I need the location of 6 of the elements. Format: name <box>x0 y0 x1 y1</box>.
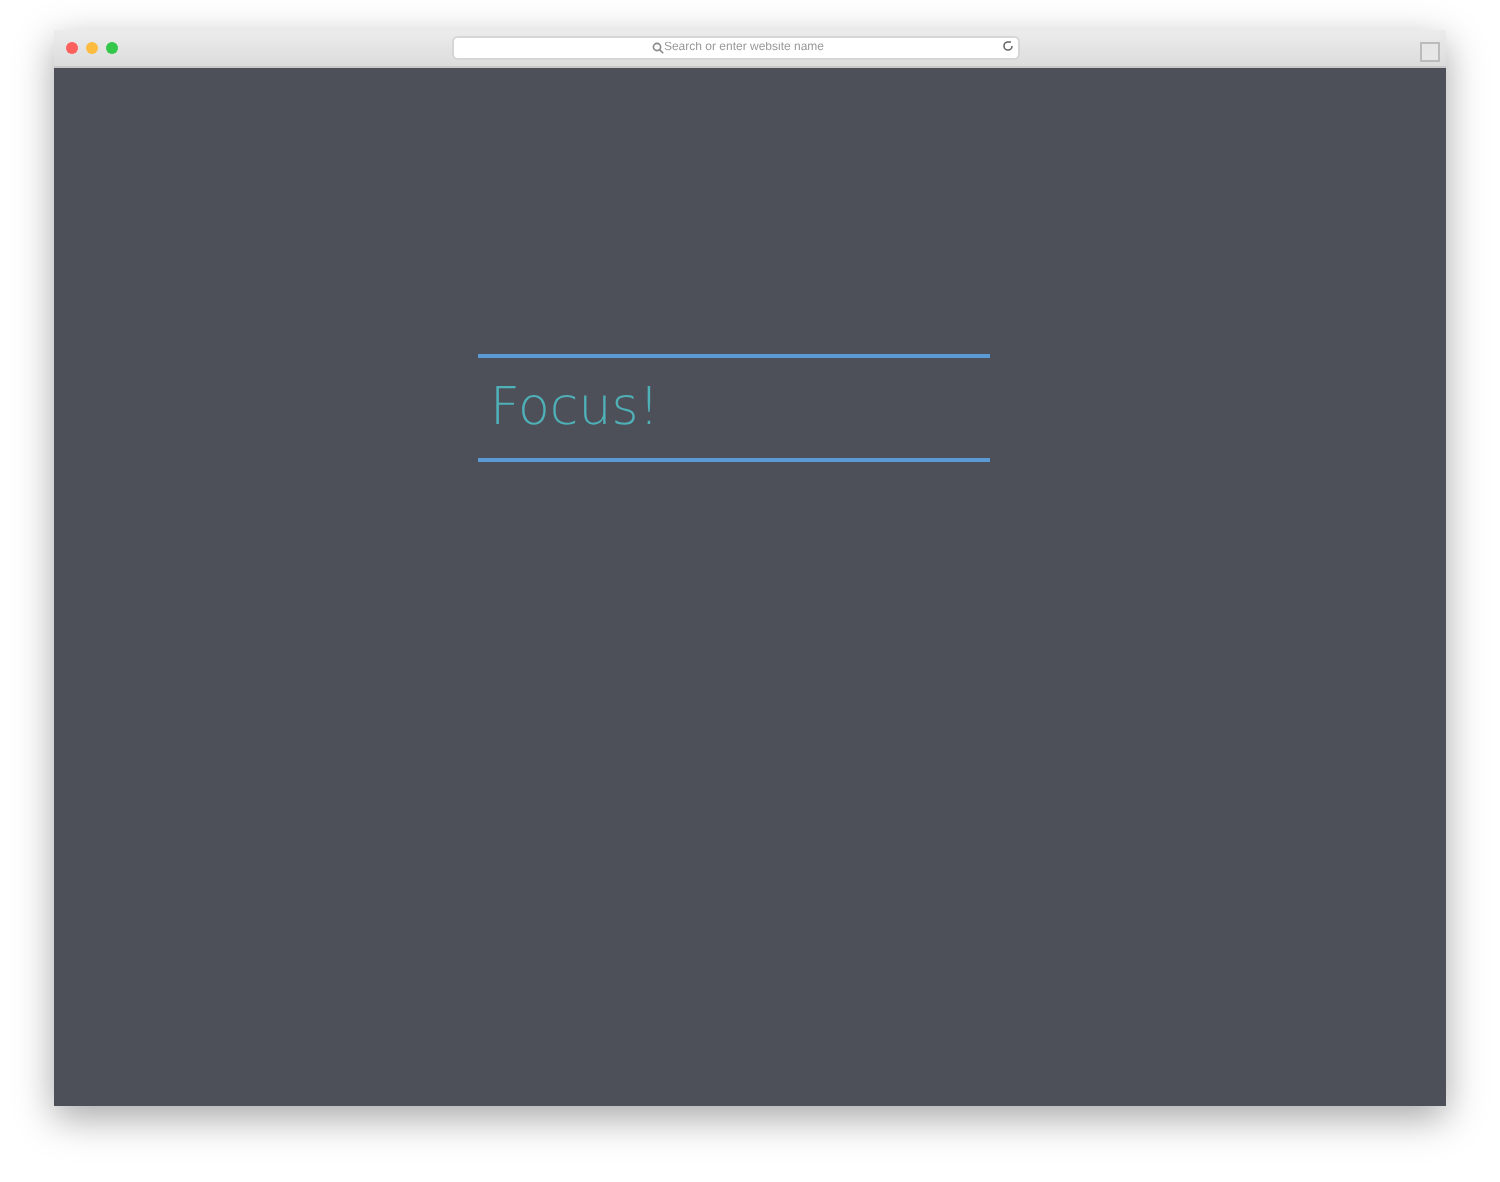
search-icon <box>652 42 664 54</box>
minimize-window-icon[interactable] <box>86 42 98 54</box>
maximize-window-icon[interactable] <box>106 42 118 54</box>
close-window-icon[interactable] <box>66 42 78 54</box>
reload-icon[interactable] <box>1002 40 1014 52</box>
text-field[interactable]: Focus! <box>478 354 990 462</box>
